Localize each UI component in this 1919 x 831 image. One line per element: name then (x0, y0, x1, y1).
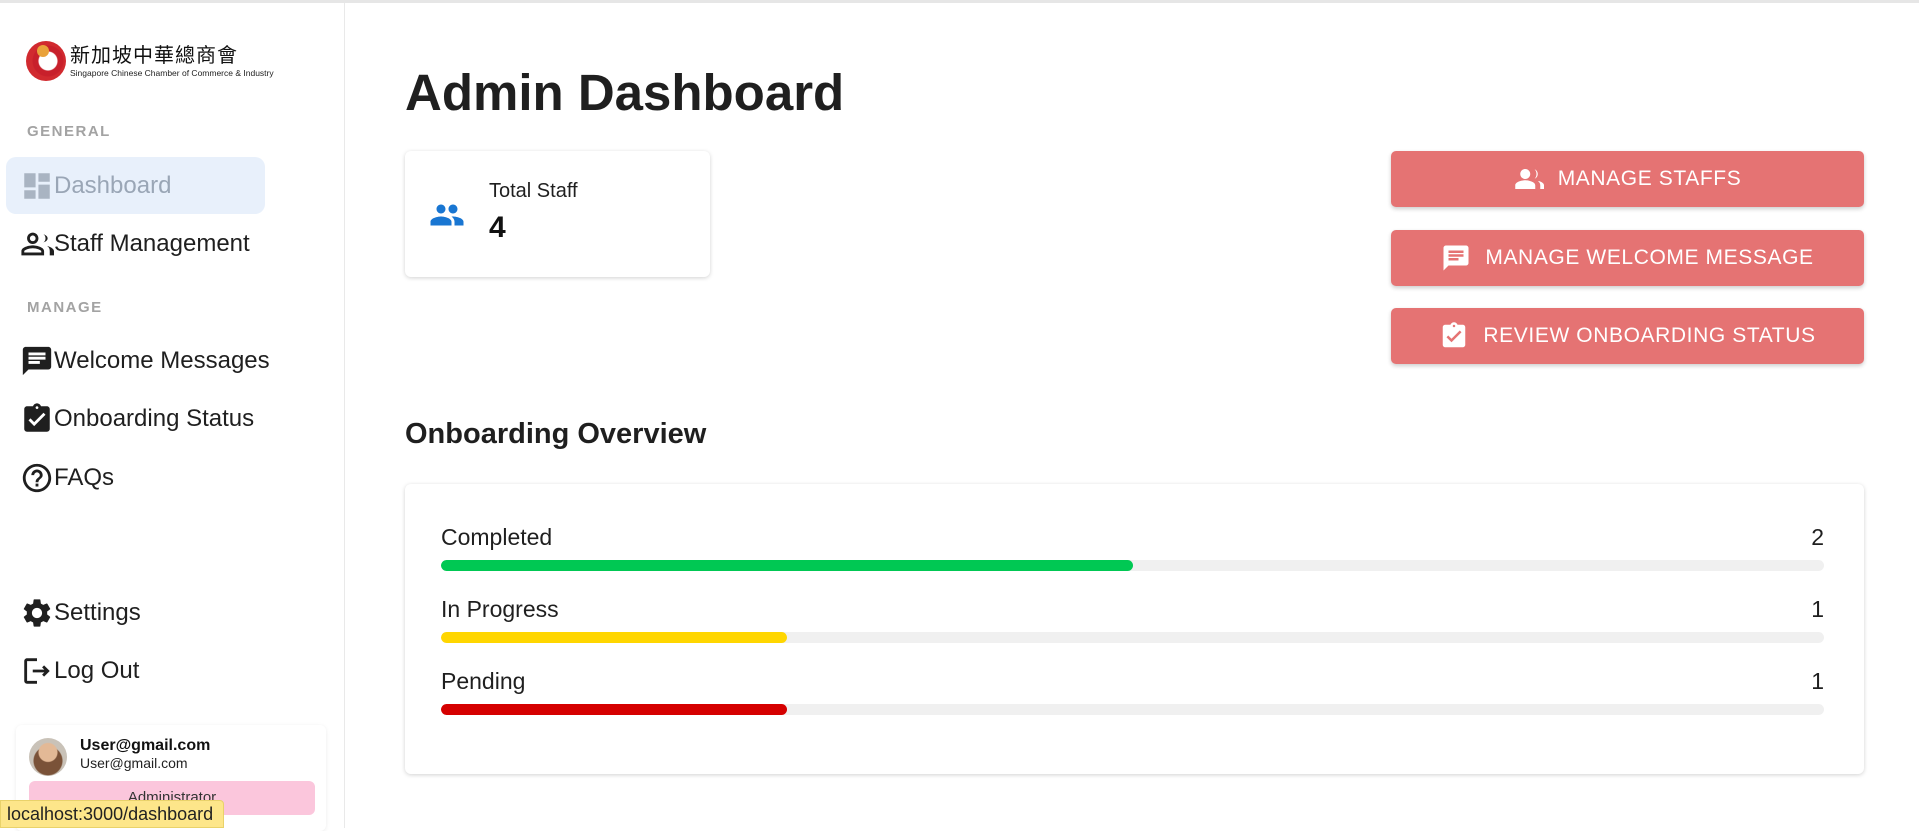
button-label: REVIEW ONBOARDING STATUS (1483, 324, 1816, 347)
button-label: MANAGE STAFFS (1557, 167, 1742, 190)
sidebar-item-label: FAQs (54, 463, 115, 491)
user-email: User@gmail.com (80, 755, 188, 771)
people-icon (21, 232, 54, 255)
progress-count: 1 (1811, 668, 1824, 694)
sidebar-item-welcome-messages[interactable]: Welcome Messages (6, 332, 270, 389)
chamber-emblem-icon (26, 41, 66, 81)
clipboard-check-icon (1443, 322, 1466, 348)
progress-label: Pending (441, 668, 526, 694)
sidebar-item-label: Dashboard (54, 171, 172, 199)
sidebar-item-settings[interactable]: Settings (6, 584, 141, 641)
sidebar-item-onboarding-status[interactable]: Onboarding Status (6, 390, 254, 447)
section-label-general: GENERAL (27, 123, 111, 140)
logo-english-name: Singapore Chinese Chamber of Commerce & … (70, 68, 274, 78)
onboarding-overview-title: Onboarding Overview (405, 418, 707, 450)
stat-label: Total Staff (489, 180, 578, 202)
sidebar-item-label: Welcome Messages (54, 346, 270, 374)
logo-text: 新加坡中華總商會 Singapore Chinese Chamber of Co… (70, 44, 274, 78)
progress-row-completed: Completed 2 (441, 524, 1824, 574)
progress-fill (441, 704, 787, 715)
page-title: Admin Dashboard (405, 64, 845, 121)
help-circle-icon (22, 463, 52, 492)
review-onboarding-status-button[interactable]: REVIEW ONBOARDING STATUS (1391, 308, 1864, 364)
progress-fill (441, 560, 1133, 571)
sidebar-item-dashboard[interactable]: Dashboard (6, 157, 265, 214)
message-icon (1443, 245, 1469, 271)
progress-label: In Progress (441, 596, 559, 622)
people-icon (429, 197, 465, 233)
gear-icon (23, 598, 51, 627)
progress-fill (441, 632, 787, 643)
sidebar-item-staff-management[interactable]: Staff Management (6, 215, 250, 272)
sidebar-item-label: Staff Management (54, 229, 250, 257)
onboarding-overview-card: Completed 2 In Progress 1 Pending 1 (405, 484, 1864, 774)
manage-welcome-message-button[interactable]: MANAGE WELCOME MESSAGE (1391, 230, 1864, 286)
message-icon (22, 346, 52, 375)
clipboard-check-icon (24, 402, 50, 432)
progress-track (441, 560, 1824, 571)
button-label: MANAGE WELCOME MESSAGE (1485, 246, 1814, 269)
main-content: Admin Dashboard Total Staff 4 MANAGE STA… (345, 3, 1919, 828)
manage-staffs-button[interactable]: MANAGE STAFFS (1391, 151, 1864, 207)
sidebar-item-faqs[interactable]: FAQs (6, 449, 114, 506)
avatar (29, 738, 67, 776)
progress-track (441, 632, 1824, 643)
section-label-manage: MANAGE (27, 299, 103, 316)
dashboard-icon (24, 172, 50, 199)
sidebar: 新加坡中華總商會 Singapore Chinese Chamber of Co… (0, 3, 345, 831)
people-icon (1514, 169, 1544, 189)
sidebar-item-logout[interactable]: Log Out (6, 642, 139, 699)
sidebar-item-label: Log Out (54, 656, 140, 684)
progress-count: 2 (1811, 524, 1824, 550)
logout-icon (24, 657, 50, 684)
browser-status-url: localhost:3000/dashboard (0, 800, 225, 828)
sccci-logo[interactable]: 新加坡中華總商會 Singapore Chinese Chamber of Co… (26, 41, 274, 81)
user-name: User@gmail.com (80, 737, 211, 754)
sidebar-item-label: Onboarding Status (54, 404, 255, 432)
logo-chinese-name: 新加坡中華總商會 (70, 43, 238, 67)
total-staff-card: Total Staff 4 (405, 151, 710, 277)
progress-row-in-progress: In Progress 1 (441, 596, 1824, 646)
progress-count: 1 (1811, 596, 1824, 622)
stat-value: 4 (489, 211, 506, 244)
sidebar-item-label: Settings (54, 598, 141, 626)
progress-label: Completed (441, 524, 553, 550)
progress-row-pending: Pending 1 (441, 668, 1824, 718)
progress-track (441, 704, 1824, 715)
